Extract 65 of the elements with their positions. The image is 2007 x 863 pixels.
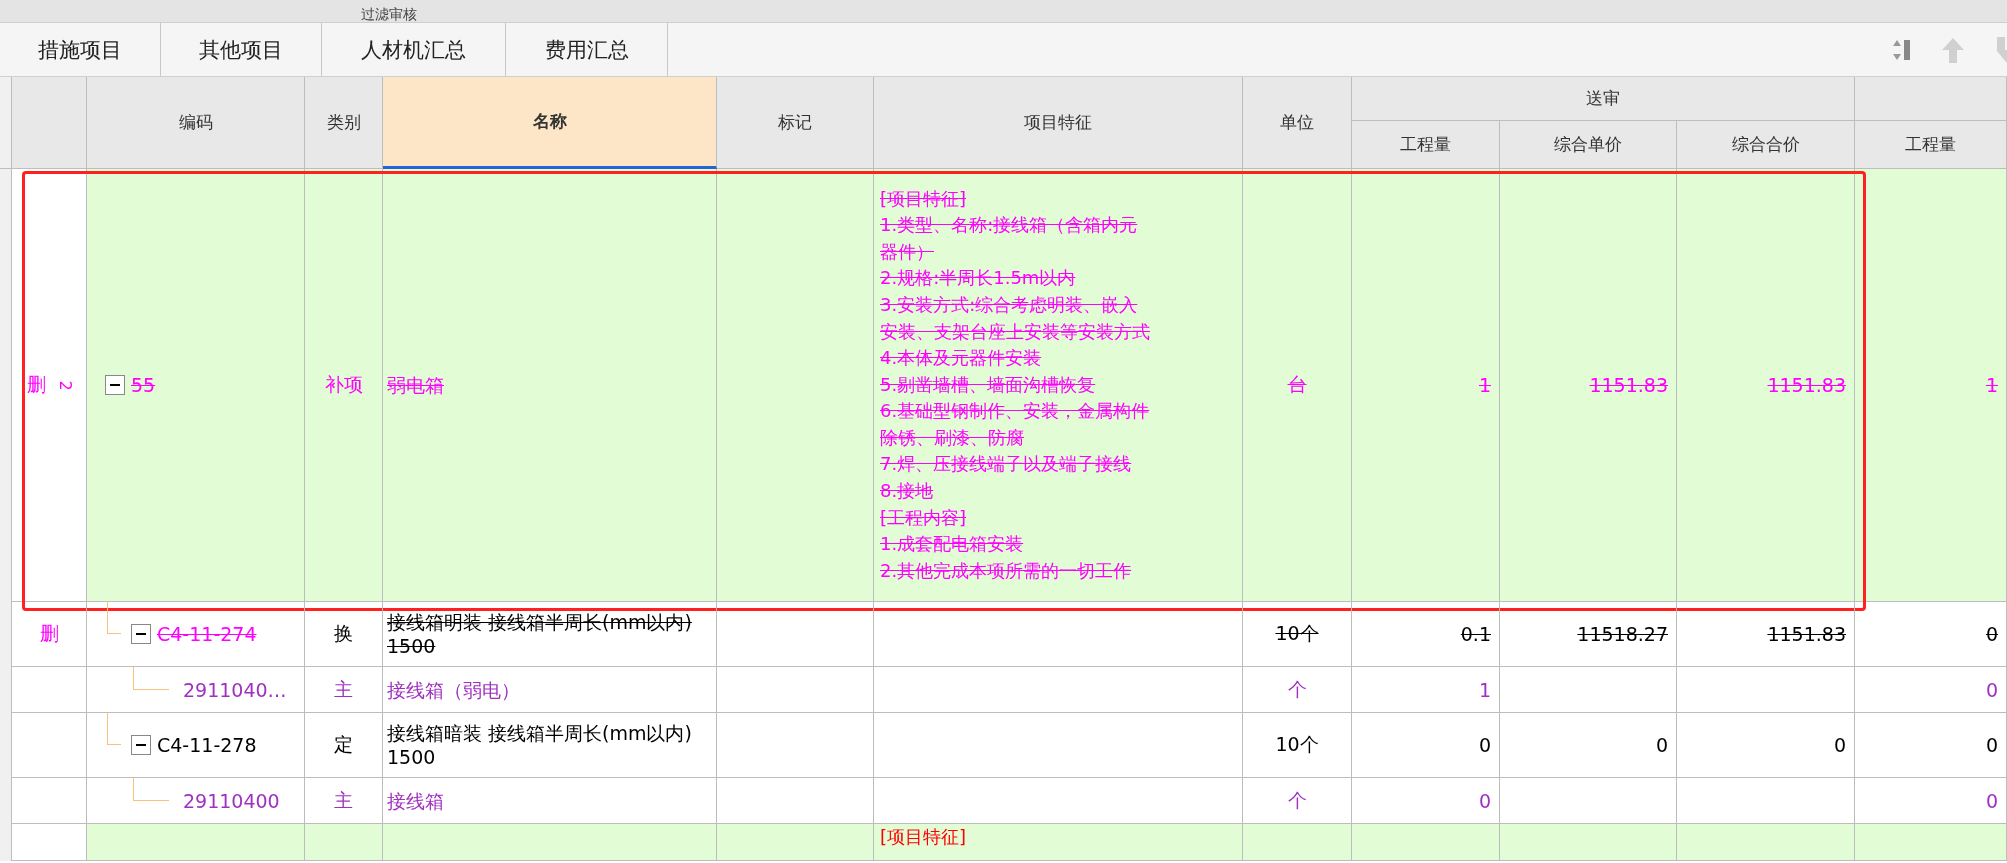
feature-line: 2.其他完成本项所需的一切工作 [880, 558, 1132, 583]
table-row[interactable]: 2911040… 主 接线箱（弱电） 个 1 0 [0, 667, 2007, 713]
feature-line: 6.基础型钢制作、安装，金属构件 [880, 399, 1150, 424]
unit-price-cell: 1151.83 [1500, 169, 1677, 602]
feature-line: [项目特征] [880, 186, 967, 211]
tree-line [107, 713, 121, 745]
total-cell: 0 [1677, 713, 1855, 778]
feature-line: 4.本体及元器件安装 [880, 346, 1042, 371]
feature-line: 器件） [880, 239, 934, 264]
type-cell: 补项 [305, 169, 383, 602]
feature-line: 除锈、刷漆、防腐 [880, 425, 1024, 450]
name-cell: 接线箱暗装 接线箱半周长(mm以内) 1500 [383, 713, 717, 778]
feature-line: 2.规格:半周长1.5m以内 [880, 266, 1076, 291]
column-header[interactable]: 名称 [383, 77, 717, 169]
type-cell: 定 [305, 713, 383, 778]
feature-line: [项目特征] [880, 825, 967, 849]
code-text: 55 [131, 374, 156, 396]
code-text: 2911040… [183, 678, 287, 701]
feature-line: 安装、支架台座上安装等安装方式 [880, 319, 1150, 344]
quantity-cell: 0 [1352, 713, 1500, 778]
feature-line: 5.剔凿墙槽、墙面沟槽恢复 [880, 372, 1096, 397]
table-row[interactable]: [项目特征] [0, 824, 2007, 861]
unit-cell: 10个 [1243, 602, 1352, 667]
delete-mark: 删 [27, 372, 47, 397]
tree-line [107, 602, 121, 634]
unit-cell: 10个 [1243, 713, 1352, 778]
name-cell: 接线箱明装 接线箱半周长(mm以内) 1500 [383, 602, 717, 667]
table-row[interactable]: C4-11-278 定 接线箱暗装 接线箱半周长(mm以内) 1500 10个 0 0 0 0 [0, 713, 2007, 778]
unit-cell: 台 [1243, 169, 1352, 602]
quantity-cell: 0 [1855, 713, 2007, 778]
window-title: 过滤审核 [360, 6, 417, 22]
feature-line: 8.接地 [880, 479, 934, 504]
collapse-icon[interactable] [131, 624, 151, 644]
name-cell: 接线箱（弱电） [383, 667, 717, 713]
column-group-header: 送审 [1352, 77, 1855, 121]
quantity-cell: 0 [1855, 602, 2007, 667]
type-cell: 主 [305, 667, 383, 713]
type-cell: 换 [305, 602, 383, 667]
tree-line [133, 667, 169, 690]
tree-line [133, 778, 169, 801]
quantity-cell: 0 [1855, 667, 2007, 713]
feature-line: 1.成套配电箱安装 [880, 532, 1024, 557]
unit-cell: 个 [1243, 667, 1352, 713]
quantity-cell: 1 [1352, 169, 1500, 602]
feature-line: 7.焊、压接线端子以及端子接线 [880, 452, 1132, 477]
quantity-cell: 0.1 [1352, 602, 1500, 667]
feature-line: [工程内容] [880, 505, 967, 530]
total-cell: 1151.83 [1677, 169, 1855, 602]
code-text: C4-11-274 [157, 623, 257, 645]
row-margin [0, 824, 12, 861]
collapse-icon[interactable] [131, 735, 151, 755]
total-cell: 1151.83 [1677, 602, 1855, 667]
feature-line: 3.安装方式:综合考虑明装、嵌入 [880, 292, 1138, 317]
feature-line: 1.类型、名称:接线箱（含箱内元 [880, 213, 1138, 238]
quantity-cell: 1 [1352, 667, 1500, 713]
code-text: C4-11-278 [157, 734, 257, 756]
quantity-cell: 1 [1855, 169, 2007, 602]
unit-price-cell: 11518.27 [1500, 602, 1677, 667]
table-row[interactable]: 删 C4-11-274 换 接线箱明装 接线箱半周长(mm以内) 1500 10个 0.1 11518.27 1151.83 0 [0, 602, 2007, 667]
delete-mark: 删 [39, 621, 59, 646]
collapse-icon[interactable] [105, 375, 125, 395]
code-text: 29110400 [183, 789, 280, 812]
unit-price-cell: 0 [1500, 713, 1677, 778]
row-number: 2 [56, 379, 75, 391]
name-cell: 弱电箱 [383, 169, 717, 602]
